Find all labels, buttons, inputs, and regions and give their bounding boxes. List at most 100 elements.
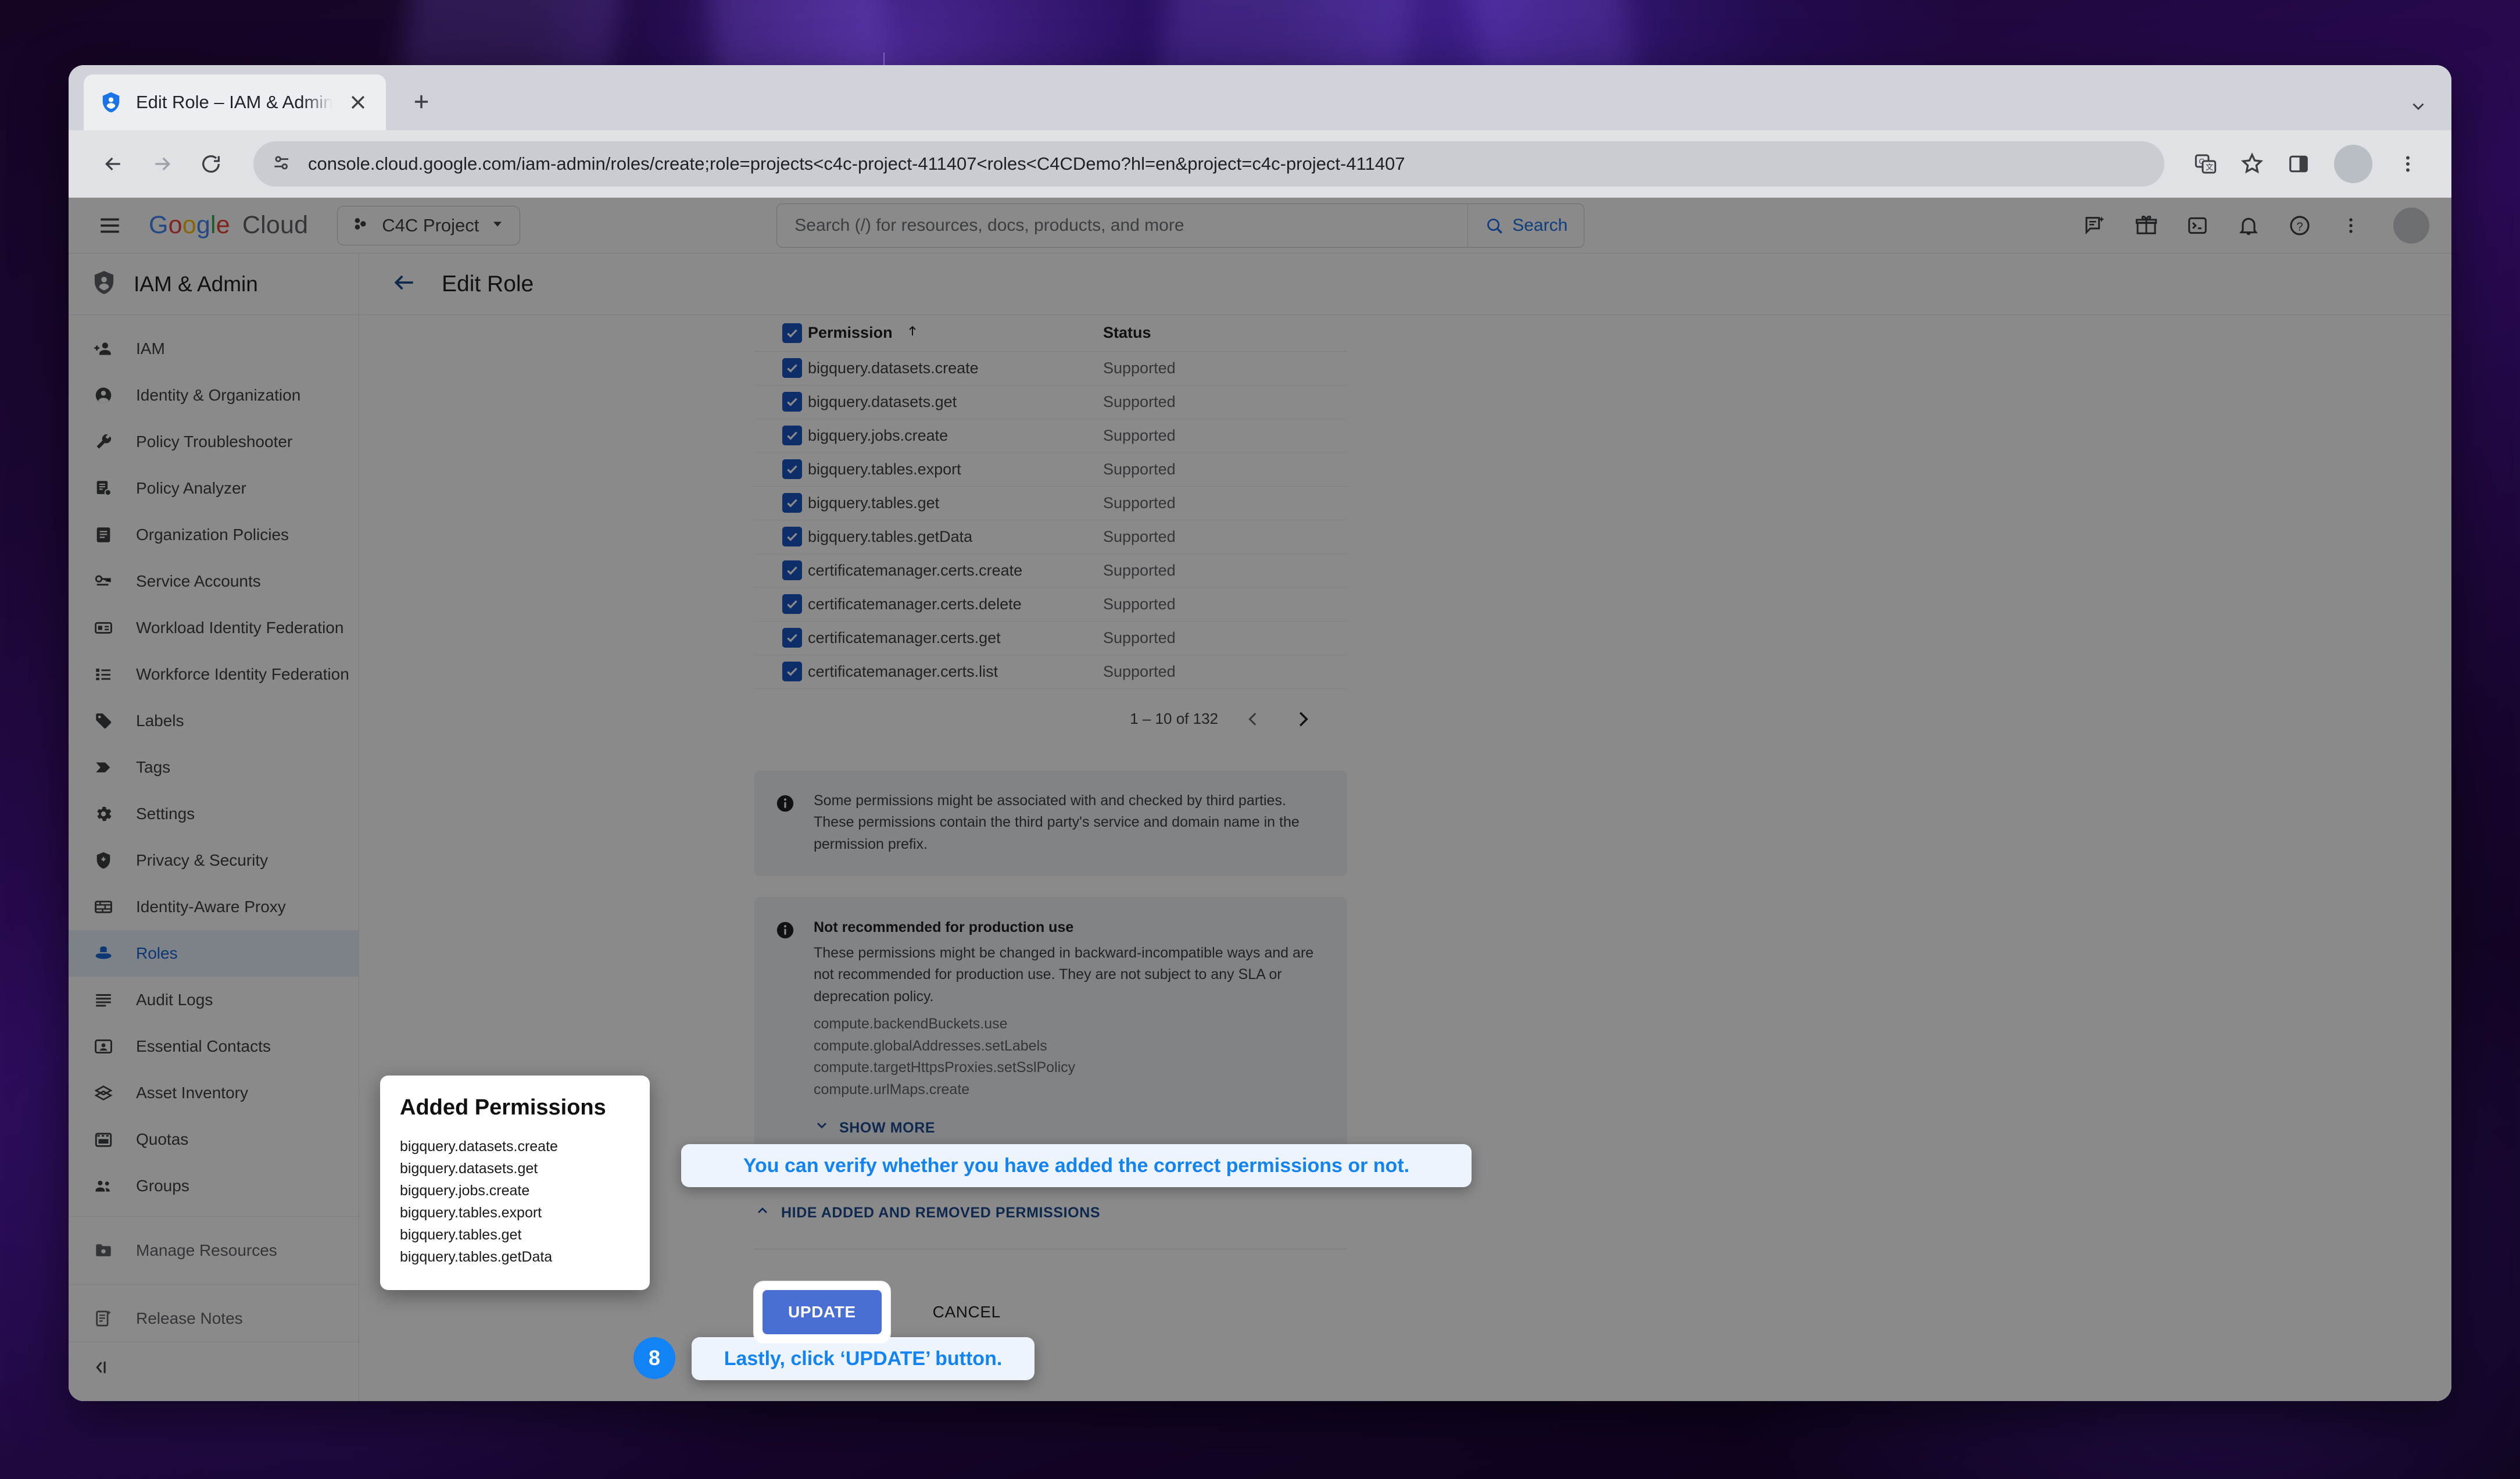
sidebar-item-label: Organization Policies <box>136 526 289 544</box>
sidebar-item-asset-inventory[interactable]: Asset Inventory <box>69 1070 359 1116</box>
avatar[interactable] <box>2393 207 2429 244</box>
sidebar-item-roles[interactable]: Roles <box>69 930 359 977</box>
list-item: bigquery.tables.get <box>400 1227 522 1243</box>
close-icon[interactable] <box>345 90 371 115</box>
sidebar-item-workforce-identity-federation[interactable]: Workforce Identity Federation <box>69 651 359 698</box>
sidebar-item-iam[interactable]: IAM <box>69 326 359 372</box>
address-bar[interactable]: console.cloud.google.com/iam-admin/roles… <box>253 141 2164 187</box>
table-row[interactable]: bigquery.tables.getData Supported <box>754 520 1347 553</box>
table-row[interactable]: certificatemanager.certs.list Supported <box>754 655 1347 688</box>
permission-name: bigquery.datasets.get <box>808 392 957 410</box>
sidebar-item-label: Service Accounts <box>136 572 261 590</box>
sidebar-item-essential-contacts[interactable]: Essential Contacts <box>69 1023 359 1070</box>
sidebar-item-identity-aware-proxy[interactable]: Identity-Aware Proxy <box>69 884 359 930</box>
sidebar-item-workload-identity-federation[interactable]: Workload Identity Federation <box>69 605 359 651</box>
collapse-panel-button[interactable] <box>69 1342 359 1395</box>
sidebar-item-audit-logs[interactable]: Audit Logs <box>69 977 359 1023</box>
sidebar-item-policy-troubleshooter[interactable]: Policy Troubleshooter <box>69 419 359 465</box>
project-selector[interactable]: C4C Project <box>337 205 521 245</box>
row-checkbox[interactable] <box>754 587 808 621</box>
svg-text:?: ? <box>2296 220 2303 233</box>
window-controls[interactable] <box>2408 97 2428 116</box>
row-checkbox[interactable] <box>754 419 808 452</box>
permission-name: bigquery.datasets.create <box>808 359 979 377</box>
hide-added-removed-permissions-link[interactable]: HIDE ADDED AND REMOVED PERMISSIONS <box>754 1203 1347 1223</box>
url-text: console.cloud.google.com/iam-admin/roles… <box>308 153 1405 174</box>
help-icon[interactable]: ? <box>2282 208 2318 244</box>
sidebar-item-labels[interactable]: Labels <box>69 698 359 744</box>
chrome-menu-icon[interactable] <box>2387 144 2428 184</box>
table-row[interactable]: certificatemanager.certs.delete Supporte… <box>754 587 1347 621</box>
row-checkbox[interactable] <box>754 452 808 486</box>
search-bar[interactable]: Search (/) for resources, docs, products… <box>776 203 1585 248</box>
translate-icon[interactable]: G文 <box>2185 144 2226 184</box>
groups-icon <box>91 1176 116 1196</box>
tab-strip: Edit Role – IAM & Admin – C4 <box>69 65 2451 130</box>
sidebar-item-label: Workload Identity Federation <box>136 619 344 637</box>
search-input[interactable]: Search (/) for resources, docs, products… <box>777 216 1467 235</box>
sidebar-item-label: Privacy & Security <box>136 851 269 869</box>
forward-arrow-icon[interactable] <box>141 142 184 185</box>
permission-name: certificatemanager.certs.create <box>808 561 1023 579</box>
show-more-button[interactable]: SHOW MORE <box>814 1117 1324 1140</box>
sidebar-item-policy-analyzer[interactable]: Policy Analyzer <box>69 465 359 512</box>
gift-icon[interactable] <box>2128 208 2164 244</box>
row-checkbox[interactable] <box>754 351 808 385</box>
cancel-button[interactable]: CANCEL <box>910 1290 1024 1334</box>
split-pane-icon[interactable] <box>2278 144 2319 184</box>
chevron-right-icon[interactable] <box>1288 704 1318 734</box>
feedback-icon[interactable] <box>2077 208 2113 244</box>
new-tab-button[interactable] <box>401 81 442 122</box>
notifications-bell-icon[interactable] <box>2231 208 2267 244</box>
row-checkbox[interactable] <box>754 655 808 688</box>
search-button[interactable]: Search <box>1467 203 1584 247</box>
sidebar-item-privacy-security[interactable]: Privacy & Security <box>69 837 359 884</box>
table-row[interactable]: bigquery.datasets.create Supported <box>754 351 1347 385</box>
column-header-status[interactable]: Status <box>1103 324 1151 341</box>
site-settings-icon[interactable] <box>271 152 293 177</box>
select-all-checkbox[interactable] <box>754 315 808 351</box>
table-row[interactable]: certificatemanager.certs.get Supported <box>754 621 1347 655</box>
reload-icon[interactable] <box>189 142 232 185</box>
permission-status: Supported <box>1103 628 1176 646</box>
bookmark-star-icon[interactable] <box>2232 144 2272 184</box>
permission-name: bigquery.tables.get <box>808 494 940 512</box>
table-row[interactable]: certificatemanager.certs.create Supporte… <box>754 553 1347 587</box>
table-row[interactable]: bigquery.datasets.get Supported <box>754 385 1347 419</box>
table-row[interactable]: bigquery.tables.export Supported <box>754 452 1347 486</box>
update-button[interactable]: UPDATE <box>763 1289 882 1334</box>
table-row[interactable]: bigquery.jobs.create Supported <box>754 419 1347 452</box>
page-header: Edit Role <box>359 253 2451 315</box>
chevron-left-icon[interactable] <box>1238 704 1268 734</box>
sidebar-item-service-accounts[interactable]: Service Accounts <box>69 558 359 605</box>
back-arrow-icon[interactable] <box>392 270 417 298</box>
column-header-permission[interactable]: Permission <box>808 324 893 341</box>
sidebar-item-settings[interactable]: Settings <box>69 791 359 837</box>
row-checkbox[interactable] <box>754 486 808 520</box>
sidebar-item-release-notes[interactable]: Release Notes <box>69 1295 359 1342</box>
sidebar-item-quotas[interactable]: Quotas <box>69 1116 359 1163</box>
row-checkbox[interactable] <box>754 385 808 419</box>
folder-gear-icon <box>91 1241 116 1260</box>
list-item: compute.backendBuckets.use <box>814 1016 1008 1032</box>
google-cloud-logo[interactable]: Google Cloud <box>149 211 308 240</box>
more-vert-icon[interactable] <box>2333 208 2369 244</box>
sort-ascending-arrow[interactable] <box>905 326 919 340</box>
row-checkbox[interactable] <box>754 553 808 587</box>
sidebar-item-tags[interactable]: Tags <box>69 744 359 791</box>
sidebar-item-manage-resources[interactable]: Manage Resources <box>69 1227 359 1274</box>
row-checkbox[interactable] <box>754 520 808 553</box>
table-row[interactable]: bigquery.tables.get Supported <box>754 486 1347 520</box>
profile-avatar[interactable] <box>2334 145 2372 183</box>
browser-tab[interactable]: Edit Role – IAM & Admin – C4 <box>84 74 386 130</box>
sidebar-item-label: Asset Inventory <box>136 1084 248 1102</box>
cloud-shell-icon[interactable] <box>2179 208 2215 244</box>
divider <box>69 1216 359 1217</box>
sidebar-item-identity-organization[interactable]: Identity & Organization <box>69 372 359 419</box>
sidebar-item-groups[interactable]: Groups <box>69 1163 359 1206</box>
hamburger-icon[interactable] <box>91 206 129 245</box>
sidebar-item-organization-policies[interactable]: Organization Policies <box>69 512 359 558</box>
back-arrow-icon[interactable] <box>92 142 135 185</box>
sidebar-item-label: Roles <box>136 944 178 962</box>
row-checkbox[interactable] <box>754 621 808 655</box>
